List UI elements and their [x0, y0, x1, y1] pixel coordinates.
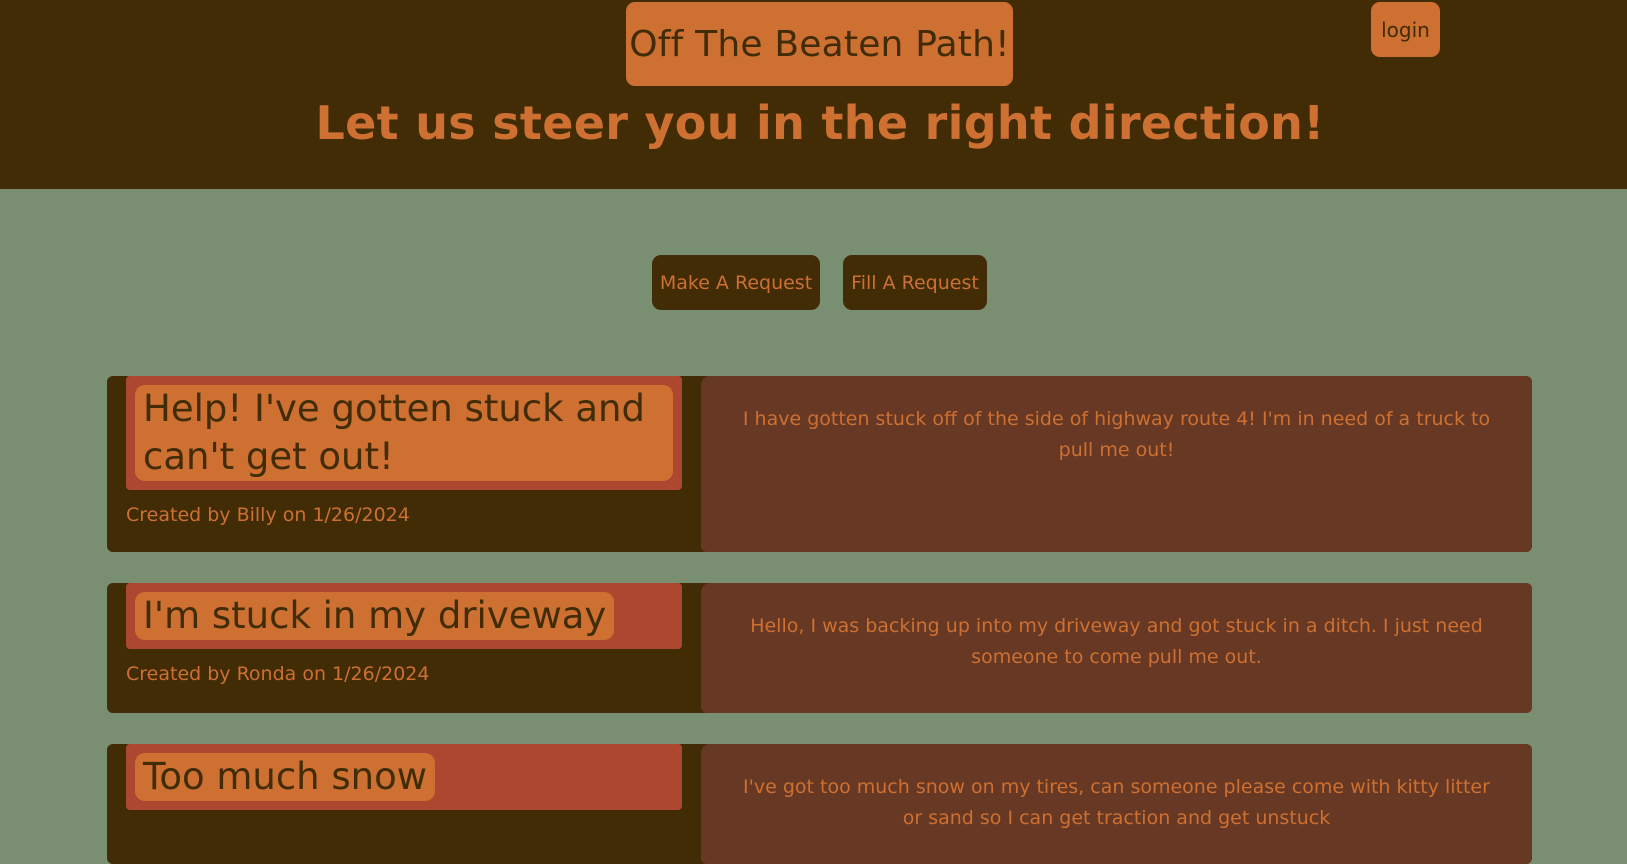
request-description: I've got too much snow on my tires, can …: [701, 744, 1532, 864]
login-button[interactable]: login: [1371, 2, 1440, 57]
request-description: I have gotten stuck off of the side of h…: [701, 376, 1532, 552]
request-summary: Help! I've gotten stuck and can't get ou…: [126, 376, 682, 526]
request-title[interactable]: I'm stuck in my driveway: [135, 592, 615, 640]
request-created-by: Created by Billy on 1/26/2024: [126, 504, 410, 526]
request-title-bar: Too much snow: [126, 744, 682, 810]
fill-request-button[interactable]: Fill A Request: [843, 255, 987, 310]
request-card: I'm stuck in my driveway Created by Rond…: [107, 583, 1532, 713]
site-title-button[interactable]: Off The Beaten Path!: [626, 2, 1013, 86]
request-card: Too much snow I've got too much snow on …: [107, 744, 1532, 864]
request-card: Help! I've gotten stuck and can't get ou…: [107, 376, 1532, 552]
request-summary: I'm stuck in my driveway Created by Rond…: [126, 583, 682, 685]
site-header: Off The Beaten Path! login Let us steer …: [0, 0, 1627, 189]
request-title-bar: I'm stuck in my driveway: [126, 583, 682, 649]
request-title[interactable]: Too much snow: [135, 753, 436, 801]
request-title-bar: Help! I've gotten stuck and can't get ou…: [126, 376, 682, 490]
request-title[interactable]: Help! I've gotten stuck and can't get ou…: [135, 385, 673, 481]
tagline: Let us steer you in the right direction!: [315, 96, 1325, 150]
request-description: Hello, I was backing up into my driveway…: [701, 583, 1532, 713]
request-created-by: Created by Ronda on 1/26/2024: [126, 663, 430, 685]
make-request-button[interactable]: Make A Request: [652, 255, 820, 310]
request-summary: Too much snow: [126, 744, 682, 824]
